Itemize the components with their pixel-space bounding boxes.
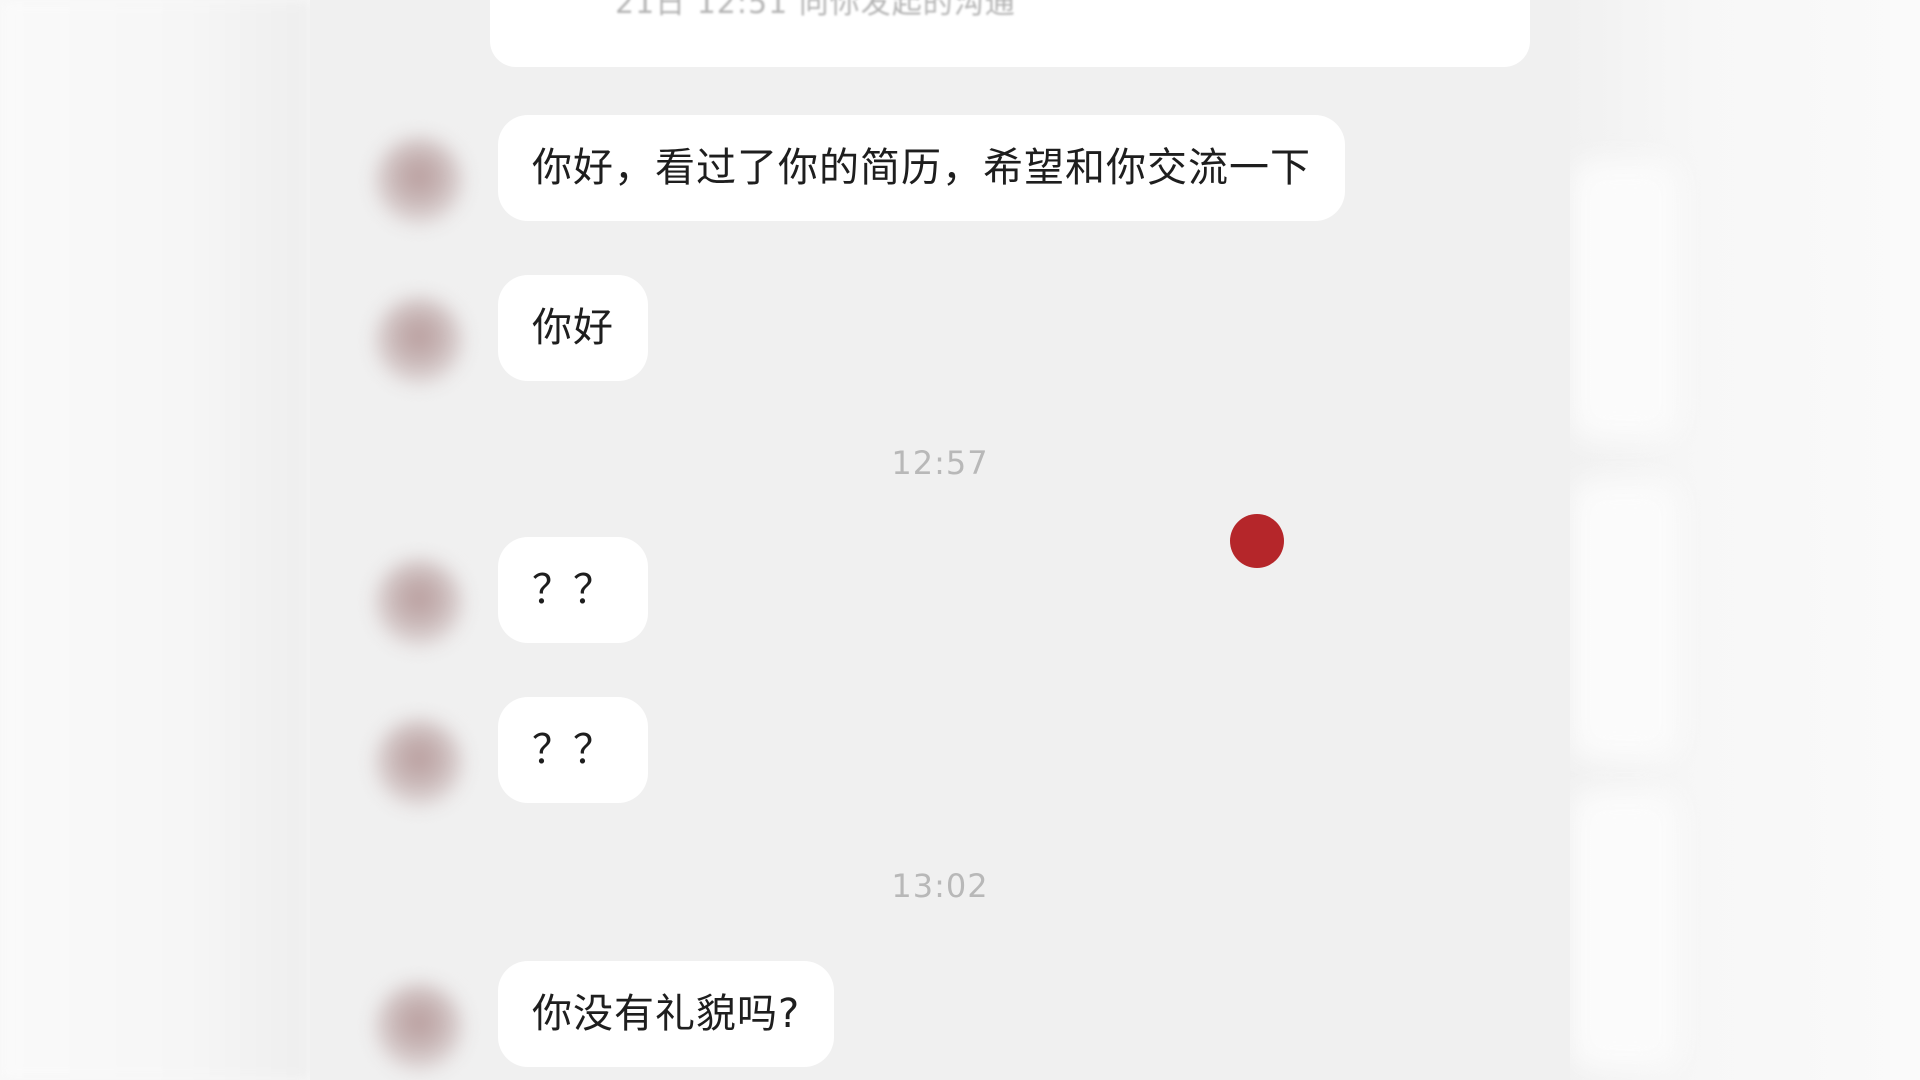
avatar[interactable] bbox=[375, 559, 463, 647]
screen: 21日 12:51 向你发起的沟通 你好，看过了你的简历，希望和你交流一下 你好… bbox=[0, 0, 1920, 1080]
message-bubble[interactable]: 你好，看过了你的简历，希望和你交流一下 bbox=[498, 115, 1345, 221]
blurred-card bbox=[1570, 790, 1680, 1070]
avatar[interactable] bbox=[375, 719, 463, 807]
message-bubble[interactable]: 你好 bbox=[498, 275, 648, 381]
red-dot-icon bbox=[1230, 514, 1284, 568]
chat-message-list[interactable]: 21日 12:51 向你发起的沟通 你好，看过了你的简历，希望和你交流一下 你好… bbox=[310, 0, 1570, 1080]
avatar[interactable] bbox=[375, 297, 463, 385]
conversation-notice-text: 21日 12:51 向你发起的沟通 bbox=[615, 0, 1016, 21]
message-bubble[interactable]: ？？ bbox=[498, 697, 648, 803]
message-timestamp: 13:02 bbox=[891, 867, 989, 905]
message-timestamp: 12:57 bbox=[891, 444, 989, 482]
blurred-card bbox=[1570, 480, 1680, 760]
blurred-left-margin bbox=[0, 0, 310, 1080]
blurred-card bbox=[1570, 160, 1680, 440]
blurred-right-margin bbox=[1550, 0, 1920, 1080]
message-bubble[interactable]: ？？ bbox=[498, 537, 648, 643]
avatar[interactable] bbox=[375, 137, 463, 225]
message-bubble[interactable]: 你没有礼貌吗? bbox=[498, 961, 835, 1067]
avatar[interactable] bbox=[375, 983, 463, 1071]
